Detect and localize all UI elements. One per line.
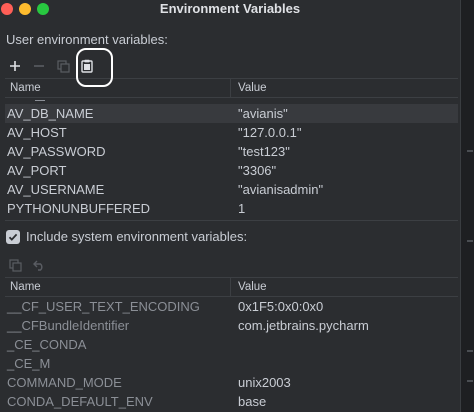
table-row[interactable]: _CE_M (5, 354, 458, 373)
undo-icon (32, 260, 42, 271)
table-row[interactable]: __CF_USER_TEXT_ENCODING 0x1F5:0x0:0x0 (5, 297, 458, 316)
variable-name[interactable]: AV_USERNAME (5, 180, 230, 199)
variable-name[interactable]: AV_PASSWORD (5, 142, 230, 161)
variable-name[interactable]: COMMAND_MODE (5, 373, 230, 392)
copy-icon (8, 258, 22, 272)
table-header: Name Value (5, 277, 458, 297)
table-row[interactable]: _CE_CONDA (5, 335, 458, 354)
table-row[interactable]: AV_PASSWORD "test123" (5, 142, 458, 161)
table-row[interactable]: AV_DB_NAME "avianis" (5, 104, 458, 123)
variable-name[interactable]: _CE_M (5, 354, 230, 373)
variable-name[interactable]: AV_DB_NAME (5, 104, 230, 123)
revert-button[interactable] (29, 255, 49, 275)
include-system-label: Include system environment variables: (26, 229, 248, 244)
variable-value[interactable] (230, 335, 458, 354)
include-system-checkbox[interactable] (6, 229, 20, 244)
variable-value[interactable]: "test123" (230, 142, 458, 161)
variable-value[interactable]: "avianis" (230, 104, 458, 123)
add-variable-button[interactable] (5, 56, 25, 76)
copy-system-variables-button[interactable] (5, 255, 25, 275)
system-variables-toolbar (5, 254, 53, 276)
table-row[interactable]: COMMAND_MODE unix2003 (5, 373, 458, 392)
gutter-mark (467, 150, 473, 152)
gutter-mark (467, 380, 473, 382)
variable-value[interactable]: com.jetbrains.pycharm (230, 316, 458, 335)
table-row[interactable]: AV_PORT "3306" (5, 161, 458, 180)
user-variables-label: User environment variables: (6, 32, 168, 47)
clipboard-button-highlight (76, 48, 113, 87)
table-bottom-border (5, 220, 458, 221)
column-header-name[interactable]: Name (5, 79, 230, 97)
variable-name[interactable]: PYTHONUNBUFFERED (5, 199, 230, 218)
window-title: Environment Variables (159, 1, 301, 16)
variable-value[interactable]: "127.0.0.1" (230, 123, 458, 142)
variable-name[interactable]: __CFBundleIdentifier (5, 316, 230, 335)
variable-value[interactable]: "3306" (230, 161, 458, 180)
table-row[interactable]: __CFBundleIdentifier com.jetbrains.pycha… (5, 316, 458, 335)
column-header-name[interactable]: Name (5, 278, 230, 296)
environment-variables-dialog: Environment Variables User environment v… (0, 0, 460, 412)
table-row[interactable]: CONDA_DEFAULT_ENV base (5, 392, 458, 411)
checkmark-icon (8, 233, 18, 241)
variable-value[interactable]: base (230, 392, 458, 411)
variable-name[interactable]: CONDA_DEFAULT_ENV (5, 392, 230, 411)
plus-icon (10, 61, 20, 71)
title-bar: Environment Variables (0, 0, 460, 20)
table-row[interactable]: AV_HOST "127.0.0.1" (5, 123, 458, 142)
variable-value[interactable]: 1 (230, 199, 458, 218)
variable-name[interactable]: AV_PORT (5, 161, 230, 180)
minus-icon (34, 65, 44, 67)
variable-name[interactable]: __CF_USER_TEXT_ENCODING (5, 297, 230, 316)
copy-icon (56, 59, 70, 73)
column-header-value[interactable]: Value (230, 278, 458, 296)
system-variables-table: Name Value __CF_USER_TEXT_ENCODING 0x1F5… (5, 277, 458, 412)
background-editor-strip (460, 0, 474, 412)
variable-value[interactable]: 0x1F5:0x0:0x0 (230, 297, 458, 316)
table-header: Name Value (5, 78, 458, 98)
copy-variables-button[interactable] (53, 56, 73, 76)
table-row[interactable]: AV_USERNAME "avianisadmin" (5, 180, 458, 199)
variable-name[interactable]: AV_HOST (5, 123, 230, 142)
include-system-variables-option[interactable]: Include system environment variables: (6, 229, 247, 244)
remove-variable-button[interactable] (29, 56, 49, 76)
column-header-value[interactable]: Value (230, 79, 458, 97)
user-variables-table: Name Value AV_DB_NAME "avianis" AV_HOST … (5, 78, 458, 220)
variable-name[interactable]: _CE_CONDA (5, 335, 230, 354)
variable-value[interactable] (230, 354, 458, 373)
gutter-mark (467, 350, 473, 352)
partial-row (5, 98, 458, 104)
variable-value[interactable]: "avianisadmin" (230, 180, 458, 199)
table-row[interactable]: PYTHONUNBUFFERED 1 (5, 199, 458, 218)
variable-value[interactable]: unix2003 (230, 373, 458, 392)
gutter-mark (467, 240, 473, 242)
